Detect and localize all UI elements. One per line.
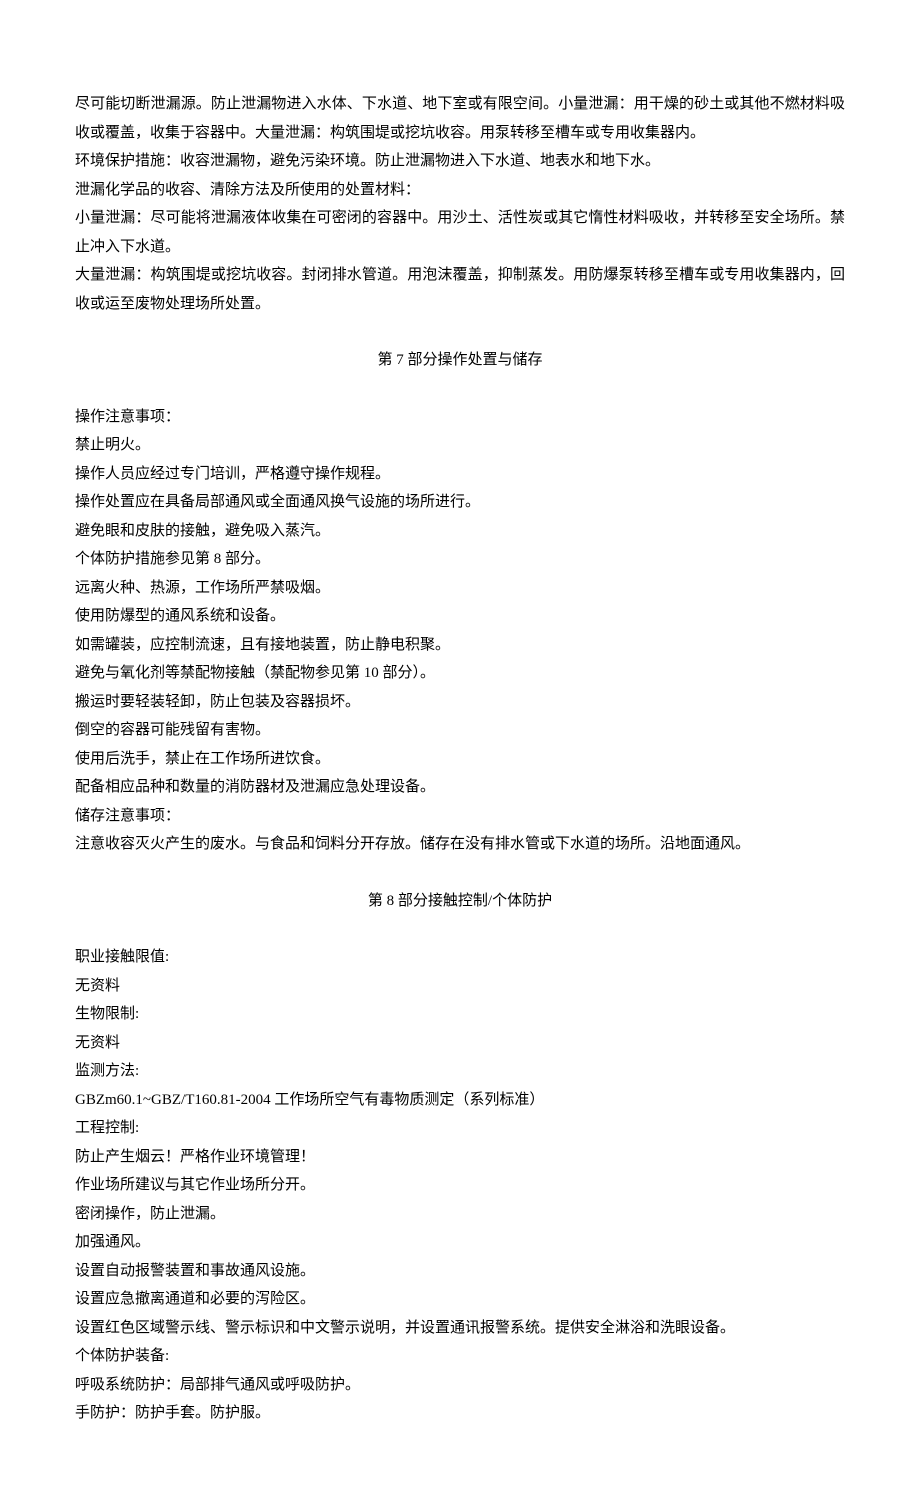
section-7-line: 配备相应品种和数量的消防器材及泄漏应急处理设备。 [75,773,845,802]
section-8-line: 设置自动报警装置和事故通风设施。 [75,1257,845,1286]
section-7-title: 第 7 部分操作处置与储存 [75,346,845,375]
section-8-line: 防止产生烟云！严格作业环境管理！ [75,1143,845,1172]
section-7-line: 操作注意事项： [75,403,845,432]
section-8-line: 工程控制: [75,1114,845,1143]
section-7-line: 储存注意事项： [75,802,845,831]
section-8-line: 无资料 [75,972,845,1001]
section-8-line: 呼吸系统防护：局部排气通风或呼吸防护。 [75,1371,845,1400]
section-8-line: 作业场所建议与其它作业场所分开。 [75,1171,845,1200]
section-7-line: 使用后洗手，禁止在工作场所进饮食。 [75,745,845,774]
section-8-line: 职业接触限值: [75,943,845,972]
section-8-line: 加强通风。 [75,1228,845,1257]
section-7-line: 操作处置应在具备局部通风或全面通风换气设施的场所进行。 [75,488,845,517]
section-8-line: GBZm60.1~GBZ/T160.81-2004 工作场所空气有毒物质测定（系… [75,1086,845,1115]
section-7-line: 注意收容灭火产生的废水。与食品和饲料分开存放。储存在没有排水管或下水道的场所。沿… [75,830,845,859]
section-8-line: 生物限制: [75,1000,845,1029]
section-7-line: 避免与氧化剂等禁配物接触（禁配物参见第 10 部分）。 [75,659,845,688]
disposal-methods-heading: 泄漏化学品的收容、清除方法及所使用的处置材料： [75,176,845,205]
section-7-line: 搬运时要轻装轻卸，防止包装及容器损坏。 [75,688,845,717]
section-7-line: 个体防护措施参见第 8 部分。 [75,545,845,574]
section-7-line: 倒空的容器可能残留有害物。 [75,716,845,745]
section-7-line: 操作人员应经过专门培训，严格遵守操作规程。 [75,460,845,489]
section-8-line: 个体防护装备: [75,1342,845,1371]
section-7-line: 如需罐装，应控制流速，且有接地装置，防止静电积聚。 [75,631,845,660]
section-8-line: 设置应急撤离通道和必要的泻险区。 [75,1285,845,1314]
small-leak-paragraph: 小量泄漏：尽可能将泄漏液体收集在可密闭的容器中。用沙土、活性炭或其它惰性材料吸收… [75,204,845,261]
section-7-line: 使用防爆型的通风系统和设备。 [75,602,845,631]
section-8-title: 第 8 部分接触控制/个体防护 [75,887,845,916]
section-8-line: 无资料 [75,1029,845,1058]
section-7-line: 禁止明火。 [75,431,845,460]
section-8-line: 密闭操作，防止泄漏。 [75,1200,845,1229]
section-7-line: 远离火种、热源，工作场所严禁吸烟。 [75,574,845,603]
section-7-line: 避免眼和皮肤的接触，避免吸入蒸汽。 [75,517,845,546]
leak-source-paragraph: 尽可能切断泄漏源。防止泄漏物进入水体、下水道、地下室或有限空间。小量泄漏：用干燥… [75,90,845,147]
section-8-line: 手防护：防护手套。防护服。 [75,1399,845,1428]
section-8-line: 设置红色区域警示线、警示标识和中文警示说明，并设置通讯报警系统。提供安全淋浴和洗… [75,1314,845,1343]
section-8-line: 监测方法: [75,1057,845,1086]
large-leak-paragraph: 大量泄漏：构筑围堤或挖坑收容。封闭排水管道。用泡沫覆盖，抑制蒸发。用防爆泵转移至… [75,261,845,318]
env-protection-paragraph: 环境保护措施：收容泄漏物，避免污染环境。防止泄漏物进入下水道、地表水和地下水。 [75,147,845,176]
